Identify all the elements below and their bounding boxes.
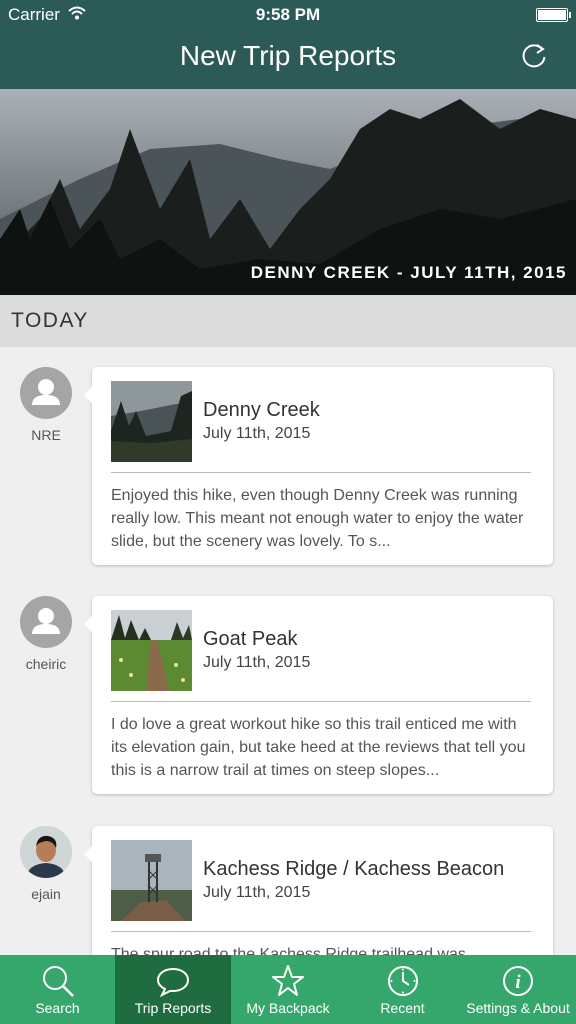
- report-excerpt: I do love a great workout hike so this t…: [111, 716, 526, 779]
- hero-banner[interactable]: DENNY CREEK - JULY 11TH, 2015: [0, 89, 576, 295]
- battery-icon: [536, 8, 571, 22]
- trail-thumbnail: [111, 840, 192, 921]
- trip-report-card[interactable]: Denny Creek July 11th, 2015 Enjoyed this…: [84, 367, 553, 565]
- svg-text:i: i: [515, 972, 521, 993]
- info-icon: i: [503, 966, 533, 996]
- tab-label: Search: [35, 1000, 80, 1016]
- username[interactable]: NRE: [0, 427, 92, 443]
- tab-settings-about[interactable]: i Settings & About: [460, 955, 576, 1024]
- star-icon: [272, 965, 304, 996]
- trail-name: Goat Peak: [203, 628, 298, 650]
- refresh-icon[interactable]: [520, 42, 548, 70]
- clock-icon: [387, 966, 418, 996]
- tab-bar: Search Trip Reports My Backpack Recent i…: [0, 955, 576, 1024]
- hero-caption: DENNY CREEK - JULY 11TH, 2015: [250, 263, 567, 282]
- username[interactable]: ejain: [0, 886, 92, 902]
- user-icon: [32, 379, 60, 405]
- report-excerpt: The spur road to the Kachess Ridge trail…: [111, 946, 466, 955]
- tab-label: Settings & About: [466, 1000, 570, 1016]
- trail-name: Kachess Ridge / Kachess Beacon: [203, 858, 505, 880]
- trail-thumbnail: [111, 381, 192, 462]
- avatar[interactable]: [20, 367, 72, 419]
- section-label: TODAY: [11, 309, 89, 332]
- tab-my-backpack[interactable]: My Backpack: [231, 955, 345, 1024]
- user-icon: [32, 608, 60, 634]
- report-excerpt: Enjoyed this hike, even though Denny Cre…: [111, 487, 524, 550]
- trail-thumbnail: [111, 610, 192, 691]
- header: Carrier 9:58 PM New Trip Reports: [0, 0, 576, 89]
- avatar[interactable]: [20, 596, 72, 648]
- tab-recent[interactable]: Recent: [345, 955, 460, 1024]
- speech-bubble-icon: [156, 967, 190, 998]
- report-date: July 11th, 2015: [203, 884, 311, 901]
- trip-report-card[interactable]: Goat Peak July 11th, 2015 I do love a gr…: [84, 596, 553, 794]
- report-date: July 11th, 2015: [203, 654, 311, 671]
- section-header: TODAY: [0, 295, 576, 347]
- status-time: 9:58 PM: [255, 5, 321, 24]
- user-photo: [20, 826, 72, 878]
- avatar[interactable]: [20, 826, 72, 878]
- username[interactable]: cheiric: [0, 656, 92, 672]
- tab-search[interactable]: Search: [0, 955, 115, 1024]
- report-date: July 11th, 2015: [203, 425, 311, 442]
- trip-report-card[interactable]: Kachess Ridge / Kachess Beacon July 11th…: [84, 826, 553, 955]
- report-feed: NRE Denny Creek July 11th, 2015 Enjoyed …: [0, 347, 576, 955]
- tab-label: My Backpack: [246, 1000, 330, 1016]
- card-divider: [111, 472, 531, 473]
- tab-label: Recent: [380, 1000, 425, 1016]
- page-title: New Trip Reports: [179, 40, 397, 71]
- search-icon: [42, 966, 74, 997]
- card-divider: [111, 701, 531, 702]
- status-bar: Carrier 9:58 PM: [0, 0, 576, 30]
- trail-name: Denny Creek: [203, 399, 320, 421]
- tab-label: Trip Reports: [134, 1000, 212, 1016]
- card-divider: [111, 931, 531, 932]
- tab-trip-reports[interactable]: Trip Reports: [115, 955, 231, 1024]
